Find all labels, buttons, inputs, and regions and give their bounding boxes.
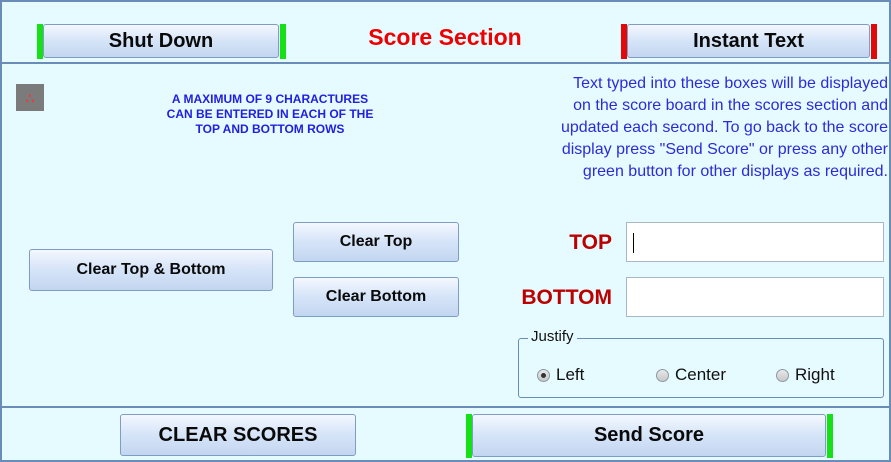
justify-left-label: Left bbox=[556, 365, 585, 384]
justify-left-radio[interactable]: Left bbox=[537, 365, 584, 385]
shutdown-green-indicator-right bbox=[280, 24, 286, 59]
send-score-green-indicator-right bbox=[827, 414, 833, 458]
clear-top-bottom-button[interactable]: Clear Top & Bottom bbox=[29, 249, 273, 291]
justify-right-label: Right bbox=[795, 365, 835, 384]
clear-bottom-button[interactable]: Clear Bottom bbox=[293, 277, 459, 317]
bottom-text-field[interactable] bbox=[626, 277, 884, 317]
justify-center-label: Center bbox=[675, 365, 727, 384]
send-score-button[interactable]: Send Score bbox=[472, 414, 826, 457]
clear-scores-button[interactable]: CLEAR SCORES bbox=[120, 414, 356, 456]
dots-icon[interactable]: ∴ bbox=[16, 84, 44, 111]
footer-divider bbox=[0, 406, 891, 408]
instant-text-button[interactable]: Instant Text bbox=[627, 24, 870, 58]
clear-top-button[interactable]: Clear Top bbox=[293, 222, 459, 262]
info-line: display press "Send Score" or press any … bbox=[561, 141, 888, 158]
instant-text-red-indicator-right bbox=[871, 24, 877, 59]
shutdown-button[interactable]: Shut Down bbox=[43, 24, 279, 58]
page-title: Score Section bbox=[368, 24, 522, 50]
text-caret bbox=[633, 233, 634, 253]
instructions-text: Text typed into these boxes will be disp… bbox=[438, 73, 888, 183]
character-limit-notice: A MAXIMUM OF 9 CHARACTURES CAN BE ENTERE… bbox=[110, 92, 430, 137]
radio-icon bbox=[656, 368, 669, 382]
justify-center-radio[interactable]: Center bbox=[656, 365, 726, 385]
info-line: Text typed into these boxes will be disp… bbox=[573, 75, 888, 92]
top-text-field[interactable] bbox=[626, 222, 884, 262]
notice-line: TOP AND BOTTOM ROWS bbox=[195, 122, 345, 136]
justify-right-radio[interactable]: Right bbox=[776, 365, 835, 385]
info-line: updated each second. To go back to the s… bbox=[560, 119, 888, 136]
radio-icon bbox=[776, 368, 789, 382]
info-line: green button for other displays as requi… bbox=[582, 163, 888, 180]
info-line: on the score board in the scores section… bbox=[573, 97, 888, 114]
header-divider bbox=[0, 62, 891, 64]
radio-selected-icon bbox=[537, 368, 550, 382]
notice-line: CAN BE ENTERED IN EACH OF THE bbox=[166, 107, 374, 121]
bottom-label: BOTTOM bbox=[521, 286, 612, 309]
notice-line: A MAXIMUM OF 9 CHARACTURES bbox=[171, 92, 369, 106]
top-label: TOP bbox=[569, 231, 612, 254]
justify-legend: Justify bbox=[528, 328, 577, 345]
